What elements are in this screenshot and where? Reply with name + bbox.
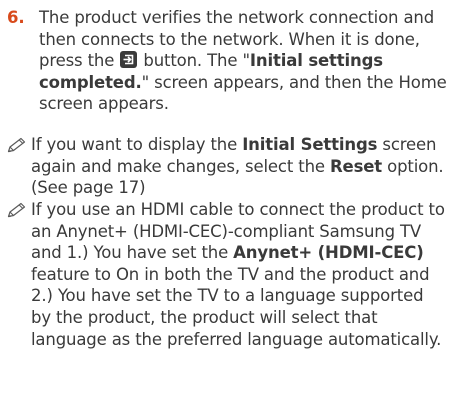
step-text: The product verifies the network connect… <box>39 7 447 115</box>
note-anynet: If you use an HDMI cable to connect the … <box>6 199 448 350</box>
note-text: If you use an HDMI cable to connect the … <box>31 199 448 350</box>
enter-button-icon <box>120 51 138 69</box>
note-text: If you want to display the Initial Setti… <box>31 134 448 199</box>
reset-label: Reset <box>329 156 383 176</box>
anynet-hdmi-cec-label: Anynet+ (HDMI-CEC) <box>233 243 424 263</box>
step-6: 6. The product verifies the network conn… <box>7 7 447 115</box>
note-1-text-1: If you want to display the <box>31 135 243 154</box>
step-text-b: button. The " <box>138 51 250 71</box>
pencil-note-icon <box>7 137 26 153</box>
step-number: 6. <box>7 8 25 27</box>
initial-settings-label: Initial Settings <box>242 135 378 154</box>
pencil-note-icon <box>7 202 26 218</box>
note-initial-settings: If you want to display the Initial Setti… <box>6 134 448 199</box>
note-2-text-2: feature to On in both the TV and the pro… <box>31 264 442 349</box>
